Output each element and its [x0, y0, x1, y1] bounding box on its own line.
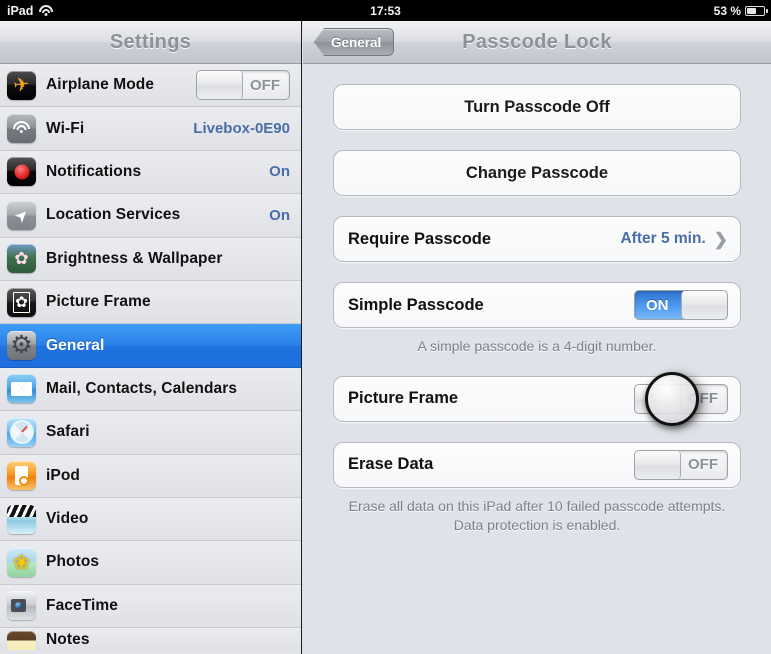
- erase-data-row[interactable]: Erase Data OFF: [333, 441, 741, 488]
- sidebar-item-general[interactable]: General: [0, 324, 301, 368]
- ipod-icon: [7, 461, 36, 491]
- sidebar-item-label: Location Services: [46, 206, 181, 224]
- simple-passcode-group: Simple Passcode ON A simple passcode is …: [333, 282, 741, 356]
- sidebar-navigation-bar: Settings: [0, 21, 301, 64]
- require-passcode-label: Require Passcode: [348, 229, 492, 248]
- erase-data-toggle[interactable]: OFF: [634, 449, 728, 480]
- status-bar-clock: 17:53: [370, 3, 401, 18]
- simple-passcode-row[interactable]: Simple Passcode ON: [333, 282, 741, 328]
- battery-percent-label: 53 %: [713, 3, 741, 18]
- toggle-state-label: ON: [646, 296, 669, 314]
- battery-icon: [745, 5, 768, 16]
- sidebar-item-label: Notifications: [46, 162, 142, 180]
- toggle-knob: [197, 71, 243, 100]
- sidebar-item-label: Notes: [46, 631, 90, 649]
- sidebar-item-notes[interactable]: Notes: [0, 628, 301, 651]
- gear-icon: [7, 331, 36, 361]
- picture-frame-toggle[interactable]: OFF: [634, 383, 728, 414]
- simple-passcode-hint: A simple passcode is a 4-digit number.: [417, 338, 657, 354]
- turn-passcode-off-button[interactable]: Turn Passcode Off: [333, 84, 741, 130]
- sidebar-item-label: FaceTime: [46, 596, 119, 614]
- sidebar-item-label: iPod: [46, 466, 80, 484]
- toggle-knob: [681, 291, 727, 319]
- erase-data-label: Erase Data: [348, 455, 434, 474]
- sidebar-item-facetime[interactable]: FaceTime: [0, 584, 301, 629]
- sidebar-item-safari[interactable]: Safari: [0, 411, 301, 455]
- notifications-icon: [7, 157, 36, 187]
- airplane-mode-toggle[interactable]: OFF: [196, 70, 290, 101]
- require-passcode-group: Require Passcode After 5 min. ❯: [333, 216, 741, 262]
- picture-frame-row[interactable]: Picture Frame OFF: [333, 375, 741, 422]
- sidebar-item-video[interactable]: Video: [0, 497, 301, 542]
- panel-navigation-bar: General Passcode Lock: [303, 21, 771, 64]
- mail-icon: [7, 374, 36, 404]
- sidebar-item-ipod[interactable]: iPod: [0, 454, 301, 498]
- sidebar-item-mail-contacts-calendars[interactable]: Mail, Contacts, Calendars: [0, 367, 301, 412]
- turn-passcode-off-group: Turn Passcode Off: [333, 84, 741, 130]
- require-passcode-value: After 5 min.: [620, 230, 706, 247]
- require-passcode-row[interactable]: Require Passcode After 5 min. ❯: [333, 216, 741, 262]
- flower-wallpaper-icon: [7, 244, 36, 274]
- photos-flower-icon: [7, 547, 36, 577]
- location-arrow-icon: [7, 200, 36, 230]
- sidebar-item-label: Airplane Mode: [46, 76, 155, 94]
- sidebar-item-label: Brightness & Wallpaper: [46, 249, 223, 267]
- sidebar-item-picture-frame[interactable]: Picture Frame: [0, 280, 301, 325]
- toggle-state-label: OFF: [688, 390, 718, 408]
- ipad-settings-screen: iPad 17:53 53 % Settings Airplane Mode O…: [0, 0, 771, 654]
- sidebar-item-label: Safari: [46, 423, 90, 441]
- safari-compass-icon: [7, 417, 36, 447]
- picture-frame-icon: [7, 287, 36, 317]
- sidebar-item-label: Video: [46, 510, 89, 528]
- status-bar: iPad 17:53 53 %: [0, 0, 771, 21]
- toggle-state-label: OFF: [688, 456, 718, 474]
- change-passcode-button[interactable]: Change Passcode: [333, 150, 741, 196]
- settings-sidebar: Settings Airplane Mode OFF Wi-Fi Livebox…: [0, 21, 302, 654]
- sidebar-item-brightness-wallpaper[interactable]: Brightness & Wallpaper: [0, 237, 301, 281]
- status-bar-right: 53 %: [713, 3, 768, 18]
- sidebar-item-value: Livebox-0E90: [193, 120, 290, 138]
- panel-content: Turn Passcode Off Change Passcode Requir…: [303, 64, 771, 535]
- sidebar-item-label: General: [46, 336, 105, 354]
- toggle-knob: [635, 450, 681, 479]
- wifi-icon: [7, 114, 36, 144]
- sidebar-item-wifi[interactable]: Wi-Fi Livebox-0E90: [0, 107, 301, 151]
- picture-frame-label: Picture Frame: [348, 389, 459, 408]
- sidebar-item-label: Picture Frame: [46, 293, 151, 311]
- toggle-state-label: OFF: [250, 76, 280, 94]
- simple-passcode-label: Simple Passcode: [348, 295, 484, 314]
- panel-title: Passcode Lock: [462, 30, 612, 53]
- sidebar-item-list: Airplane Mode OFF Wi-Fi Livebox-0E90 Not…: [0, 64, 301, 654]
- chevron-right-icon: ❯: [713, 229, 728, 249]
- erase-data-group: Erase Data OFF Erase all data on this iP…: [333, 441, 741, 535]
- sidebar-item-label: Photos: [46, 553, 100, 571]
- sidebar-item-value: On: [269, 206, 290, 224]
- change-passcode-group: Change Passcode: [333, 150, 741, 196]
- simple-passcode-toggle[interactable]: ON: [634, 290, 728, 320]
- facetime-camera-icon: [7, 591, 36, 621]
- notes-icon: [7, 631, 36, 651]
- airplane-icon: [7, 70, 36, 100]
- sidebar-item-value: On: [269, 163, 290, 181]
- sidebar-title: Settings: [109, 30, 192, 53]
- sidebar-item-airplane-mode[interactable]: Airplane Mode OFF: [0, 64, 301, 108]
- sidebar-item-location-services[interactable]: Location Services On: [0, 194, 301, 238]
- video-clapperboard-icon: [7, 504, 36, 534]
- passcode-lock-panel: General Passcode Lock Turn Passcode Off …: [303, 21, 771, 654]
- sidebar-item-photos[interactable]: Photos: [0, 541, 301, 585]
- sidebar-item-label: Wi-Fi: [46, 119, 85, 137]
- toggle-knob: [635, 384, 681, 413]
- sidebar-item-label: Mail, Contacts, Calendars: [46, 379, 238, 397]
- erase-data-hint: Erase all data on this iPad after 10 fai…: [348, 497, 726, 533]
- picture-frame-group: Picture Frame OFF: [333, 371, 741, 426]
- sidebar-item-notifications[interactable]: Notifications On: [0, 150, 301, 195]
- back-button-general[interactable]: General: [314, 28, 395, 56]
